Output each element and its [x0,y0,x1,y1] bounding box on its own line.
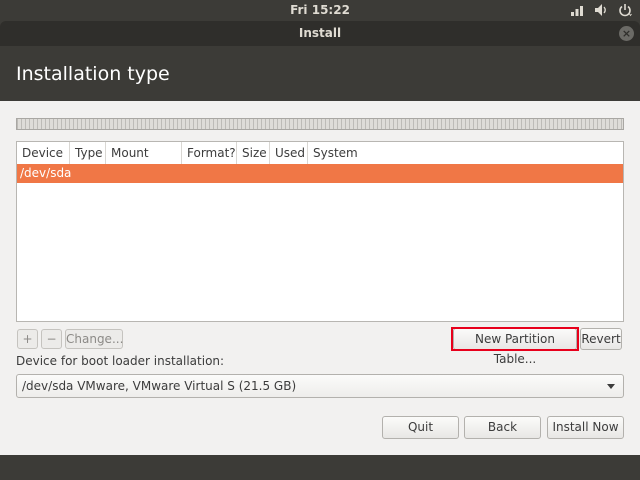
network-icon[interactable] [570,3,584,17]
page-title: Installation type [16,63,170,85]
bootloader-label: Device for boot loader installation: [16,354,225,368]
revert-button[interactable]: Revert [580,328,622,350]
top-panel: Fri 15:22 [0,0,640,21]
column-header-size[interactable]: Size [237,142,270,164]
bottom-strip [0,455,640,480]
column-header-used[interactable]: Used [270,142,308,164]
quit-button[interactable]: Quit [382,416,459,439]
table-row[interactable]: /dev/sda [17,164,623,183]
install-now-button[interactable]: Install Now [547,416,624,439]
remove-partition-button[interactable]: − [41,329,62,349]
window-titlebar[interactable]: Install × [0,21,640,46]
change-partition-button[interactable]: Change... [65,329,123,349]
column-header-format[interactable]: Format? [182,142,237,164]
close-icon[interactable]: × [619,26,634,41]
clock[interactable]: Fri 15:22 [0,3,640,17]
window-title: Install [298,26,342,40]
partition-table[interactable]: Device Type Mount point Format? Size Use… [16,141,624,322]
bootloader-device-select[interactable]: /dev/sda VMware, VMware Virtual S (21.5 … [16,374,624,398]
back-button[interactable]: Back [464,416,541,439]
power-icon[interactable] [618,3,632,17]
system-tray [570,3,632,17]
add-partition-button[interactable]: + [17,329,38,349]
column-header-device[interactable]: Device [17,142,70,164]
page-header: Installation type [0,46,640,101]
new-partition-table-button[interactable]: New Partition Table... [453,328,577,366]
column-header-mount-point[interactable]: Mount point [106,142,182,182]
volume-icon[interactable] [594,3,608,17]
main-content: Device Type Mount point Format? Size Use… [0,101,640,455]
column-header-system[interactable]: System [308,142,368,164]
column-header-type[interactable]: Type [70,142,106,164]
bootloader-selected-value: /dev/sda VMware, VMware Virtual S (21.5 … [22,379,297,393]
chevron-down-icon [607,384,615,389]
table-header: Device Type Mount point Format? Size Use… [17,142,623,182]
partition-bar [16,118,624,130]
